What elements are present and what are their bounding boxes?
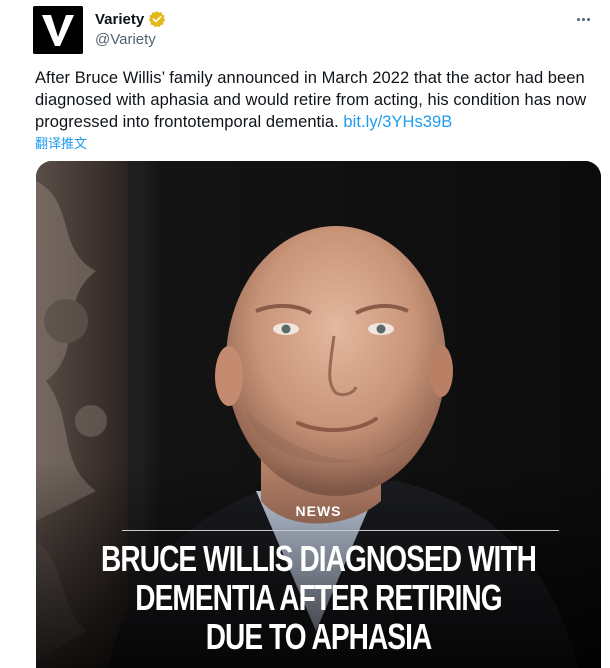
avatar[interactable]	[33, 6, 83, 54]
headline: BRUCE WILLIS DIAGNOSED WITH DEMENTIA AFT…	[98, 539, 539, 656]
tweet-link[interactable]: bit.ly/3YHs39B	[343, 113, 452, 131]
author-name-row[interactable]: Variety	[95, 10, 166, 28]
tweet-text: After Bruce Willis’ family announced in …	[35, 67, 601, 133]
variety-v-logo-icon	[33, 6, 83, 54]
news-divider	[122, 530, 559, 531]
tweet: Variety @Variety After Bruce Willis’ fam…	[0, 0, 610, 668]
display-name[interactable]: Variety	[95, 11, 144, 28]
verified-badge-icon	[149, 10, 166, 28]
news-section-label: NEWS	[295, 503, 342, 519]
more-options-icon[interactable]	[572, 10, 594, 28]
headline-line: BRUCE WILLIS DIAGNOSED WITH	[101, 538, 537, 579]
translate-tweet-link[interactable]: 翻译推文	[35, 133, 87, 152]
media-card[interactable]: NEWS BRUCE WILLIS DIAGNOSED WITH DEMENTI…	[36, 161, 601, 668]
author-handle[interactable]: @Variety	[95, 31, 156, 48]
headline-line: DUE TO APHASIA	[205, 616, 433, 657]
tweet-body: After Bruce Willis’ family announced in …	[35, 69, 587, 131]
headline-line: DEMENTIA AFTER RETIRING	[135, 577, 502, 618]
